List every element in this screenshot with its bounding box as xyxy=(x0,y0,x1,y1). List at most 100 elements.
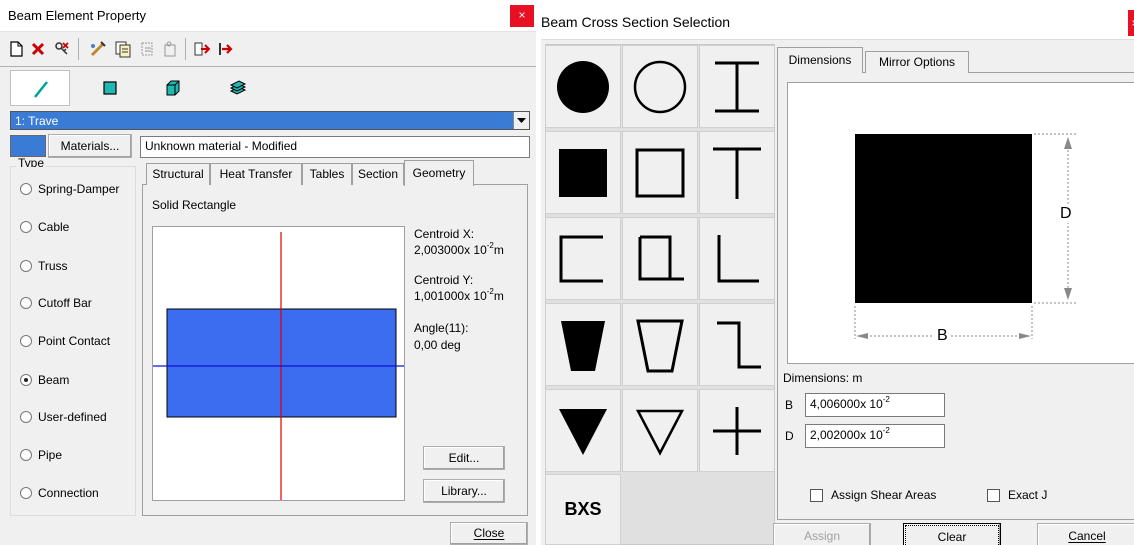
element-tab-line[interactable] xyxy=(10,70,70,106)
type-option-truss[interactable]: Truss xyxy=(20,258,68,274)
close-window-button[interactable]: × xyxy=(510,5,534,27)
part-select[interactable]: 1: Trave xyxy=(10,111,530,130)
radio-button[interactable] xyxy=(20,449,32,461)
shape-button-hollow-circle[interactable] xyxy=(622,45,698,128)
type-option-cable[interactable]: Cable xyxy=(20,219,69,235)
radio-button[interactable] xyxy=(20,374,32,386)
materials-button[interactable]: Materials... xyxy=(48,134,132,158)
new-icon[interactable] xyxy=(6,39,26,59)
shape-button-solid-square[interactable] xyxy=(545,131,621,214)
exponent-base: x 10 xyxy=(464,243,487,257)
b-value-field[interactable]: 4,006000x 10-2 xyxy=(805,393,945,417)
delete-icon[interactable] xyxy=(28,39,48,59)
checkbox-box xyxy=(987,488,1000,502)
b-label: B xyxy=(785,398,794,412)
cross-icon xyxy=(713,406,761,455)
export-icon[interactable] xyxy=(216,39,236,59)
hollow-circle-icon xyxy=(633,60,687,113)
solid-square-icon xyxy=(559,148,607,197)
shape-button-solid-triangle[interactable] xyxy=(545,389,621,472)
channel-icon xyxy=(559,235,603,282)
cancel-button[interactable]: Cancel xyxy=(1037,523,1134,545)
material-name-field[interactable]: Unknown material - Modified xyxy=(140,136,530,158)
type-option-label: Cable xyxy=(38,220,70,234)
radio-button[interactable] xyxy=(20,411,32,423)
dimensions-unit-label: Dimensions: m xyxy=(783,371,863,385)
shape-button-hollow-triangle[interactable] xyxy=(622,389,698,472)
tab-dimensions-label: Dimensions xyxy=(788,53,852,67)
tab-heat-transfer[interactable]: Heat Transfer xyxy=(210,163,302,185)
radio-button[interactable] xyxy=(20,487,32,499)
radio-button[interactable] xyxy=(20,221,32,233)
d-value-field[interactable]: 2,002000x 10-2 xyxy=(805,424,945,448)
centroid-y-label: Centroid Y: xyxy=(414,273,474,287)
hat-channel-icon xyxy=(638,235,684,280)
paste-alt-icon[interactable] xyxy=(160,39,180,59)
paste-icon[interactable] xyxy=(138,39,158,59)
tab-dimensions[interactable]: Dimensions xyxy=(777,47,863,73)
shape-button-t-beam[interactable] xyxy=(699,131,775,214)
radio-button[interactable] xyxy=(20,183,32,195)
exponent-base: x 10 xyxy=(464,289,487,303)
type-option-label: Connection xyxy=(38,486,99,500)
library-button[interactable]: Library... xyxy=(423,479,505,503)
type-option-pipe[interactable]: Pipe xyxy=(20,447,62,463)
type-option-cutoff-bar[interactable]: Cutoff Bar xyxy=(20,295,92,311)
tab-mirror-options[interactable]: Mirror Options xyxy=(865,51,969,73)
bxs-button[interactable]: BXS xyxy=(545,474,621,545)
section-preview xyxy=(152,226,405,501)
shape-button-hollow-square[interactable] xyxy=(622,131,698,214)
layers-icon[interactable] xyxy=(228,78,248,98)
tab-structural[interactable]: Structural xyxy=(146,163,210,185)
shape-button-channel[interactable] xyxy=(545,217,621,300)
type-option-spring-damper[interactable]: Spring-Damper xyxy=(20,181,119,197)
key-icon[interactable] xyxy=(52,39,72,59)
shape-button-angle[interactable] xyxy=(699,217,775,300)
tab-geometry[interactable]: Geometry xyxy=(404,160,474,186)
type-option-label: Beam xyxy=(38,373,70,387)
exponent: -2 xyxy=(486,241,494,250)
exponent: -2 xyxy=(486,287,494,296)
unit: m xyxy=(493,289,504,303)
radio-button[interactable] xyxy=(20,260,32,272)
toolbar-divider xyxy=(0,66,536,67)
shape-button-i-beam[interactable] xyxy=(699,45,775,128)
window-title: Beam Cross Section Selection xyxy=(541,14,731,30)
title-bar: Beam Cross Section Selection × xyxy=(541,0,1134,40)
solid-triangle-icon xyxy=(559,408,607,455)
shape-button-hat-channel[interactable] xyxy=(622,217,698,300)
close-button[interactable]: Close xyxy=(450,522,528,545)
shape-button-z-section[interactable] xyxy=(699,303,775,386)
radio-button[interactable] xyxy=(20,297,32,309)
shape-button-cross[interactable] xyxy=(699,389,775,472)
edit-icon[interactable] xyxy=(88,39,108,59)
type-option-beam[interactable]: Beam xyxy=(20,372,69,388)
tab-heat-transfer-label: Heat Transfer xyxy=(219,167,293,181)
material-name-text: Unknown material - Modified xyxy=(145,139,298,153)
shape-button-solid-circle[interactable] xyxy=(545,45,621,128)
tab-section[interactable]: Section xyxy=(352,163,404,185)
import-icon[interactable] xyxy=(192,39,212,59)
radio-button[interactable] xyxy=(20,335,32,347)
type-option-point-contact[interactable]: Point Contact xyxy=(20,333,110,349)
copy-icon[interactable] xyxy=(113,39,133,59)
edit-button[interactable]: Edit... xyxy=(423,446,505,470)
square-icon[interactable] xyxy=(100,78,120,98)
b-value: 4,006000 xyxy=(810,397,861,411)
type-option-connection[interactable]: Connection xyxy=(20,485,99,501)
dropdown-button[interactable] xyxy=(513,112,529,129)
centroid-y-value: 1,001000x 10-2m xyxy=(414,287,504,304)
material-color-swatch[interactable] xyxy=(10,135,46,157)
d-value: 2,002000 xyxy=(810,428,861,442)
shape-button-solid-trapezoid[interactable] xyxy=(545,303,621,386)
tab-tables[interactable]: Tables xyxy=(302,163,352,185)
type-option-user-defined[interactable]: User-defined xyxy=(20,409,107,425)
dim-d-label: D xyxy=(1060,205,1072,223)
assign-shear-checkbox[interactable]: Assign Shear Areas xyxy=(810,488,936,502)
shape-button-hollow-trapezoid[interactable] xyxy=(622,303,698,386)
assign-button[interactable]: Assign xyxy=(773,523,871,545)
cube-icon[interactable] xyxy=(163,78,183,98)
close-window-button[interactable]: × xyxy=(1128,10,1134,36)
clear-button[interactable]: Clear xyxy=(903,523,1001,545)
exact-j-checkbox[interactable]: Exact J xyxy=(987,488,1047,502)
